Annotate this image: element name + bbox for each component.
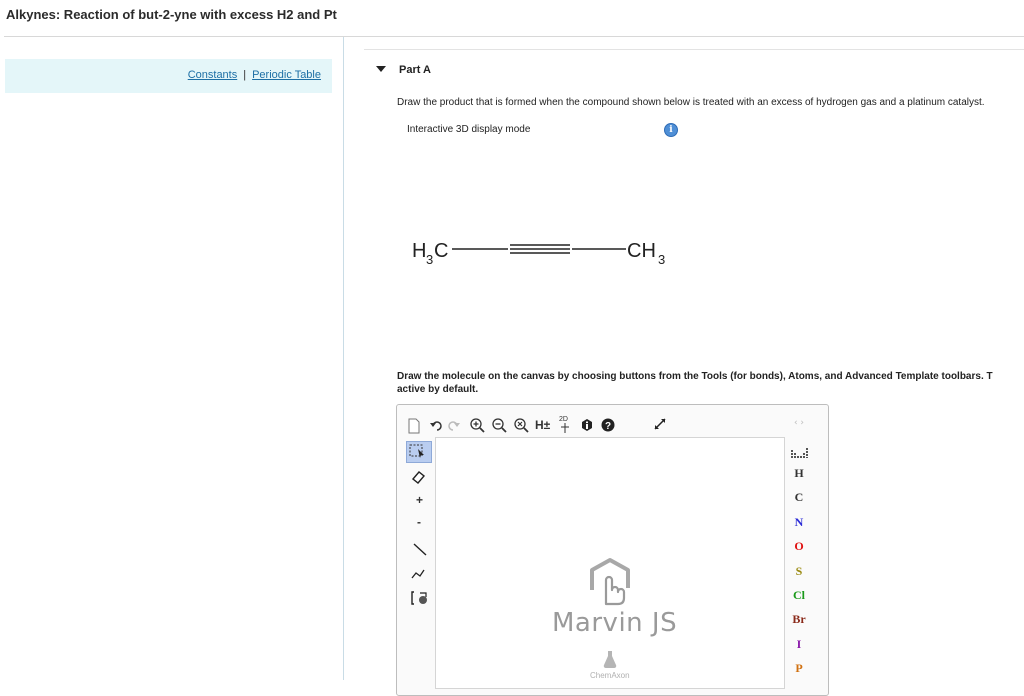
zoom-in-icon[interactable] — [469, 417, 485, 433]
eraser-icon[interactable] — [410, 469, 426, 485]
selection-tool-button[interactable] — [406, 441, 432, 463]
atom-label-ch: CH — [627, 240, 656, 262]
atom-button-n[interactable]: N — [786, 515, 812, 530]
display-mode-label[interactable]: Interactive 3D display mode — [407, 124, 530, 135]
clean-2d-label: 2D — [559, 416, 568, 423]
molecule-structure: H 3 C CH 3 — [412, 233, 682, 279]
template-tool-icon[interactable] — [410, 589, 430, 607]
resources-bar: Constants | Periodic Table — [5, 59, 332, 93]
atom-button-h[interactable]: H — [786, 466, 812, 481]
atom-button-s[interactable]: S — [786, 564, 812, 579]
subscript-3-right: 3 — [658, 252, 665, 267]
atom-button-o[interactable]: O — [786, 539, 812, 554]
rectangle-select-icon — [409, 444, 424, 458]
link-separator: | — [243, 69, 247, 81]
atom-button-i[interactable]: I — [786, 637, 812, 652]
undo-icon[interactable] — [429, 419, 443, 433]
svg-text:?: ? — [605, 421, 611, 432]
marvin-logo-icon — [590, 558, 630, 606]
atom-button-p[interactable]: P — [786, 661, 812, 676]
periodic-table-link[interactable]: Periodic Table — [252, 69, 321, 81]
header-divider — [4, 36, 1024, 37]
question-text: Draw the product that is formed when the… — [397, 97, 985, 108]
info-circle-icon[interactable] — [580, 418, 594, 432]
hydrogen-toggle-button[interactable]: H± — [535, 418, 550, 432]
chain-tool-icon[interactable] — [410, 565, 428, 581]
marvin-brand-text: Marvin JS — [552, 608, 678, 638]
part-divider — [364, 49, 1024, 50]
subscript-3-left: 3 — [426, 252, 433, 267]
clean-2d-button[interactable]: 2D — [559, 416, 571, 435]
atom-button-br[interactable]: Br — [786, 612, 812, 627]
collapse-triangle-icon[interactable] — [376, 66, 386, 72]
scroll-arrows-icon[interactable]: ‹ › — [786, 418, 812, 428]
atom-button-cl[interactable]: Cl — [786, 588, 812, 603]
increase-charge-button[interactable]: + — [416, 493, 423, 507]
flask-icon — [603, 651, 617, 669]
periodic-table-icon[interactable] — [791, 448, 809, 458]
zoom-fit-icon[interactable] — [513, 417, 529, 433]
constants-link[interactable]: Constants — [188, 69, 238, 81]
redo-icon[interactable] — [447, 419, 461, 433]
fullscreen-icon[interactable] — [653, 417, 667, 431]
atom-label-c-left: C — [434, 240, 448, 262]
page-title: Alkynes: Reaction of but-2-yne with exce… — [6, 7, 337, 22]
single-bond-tool-icon[interactable] — [412, 541, 428, 557]
vendor-text: ChemAxon — [590, 671, 630, 680]
decrease-charge-button[interactable]: - — [417, 515, 421, 529]
column-divider — [343, 37, 344, 680]
zoom-out-icon[interactable] — [491, 417, 507, 433]
instructions-line-2: active by default. — [397, 384, 479, 395]
clean-2d-icon — [561, 423, 569, 433]
but-2-yne-structure: H 3 C CH 3 — [412, 240, 665, 267]
resource-links: Constants | Periodic Table — [188, 69, 321, 81]
part-label[interactable]: Part A — [399, 64, 431, 76]
help-icon[interactable]: ? — [601, 418, 615, 432]
left-toolbar: + - — [406, 437, 434, 687]
drawing-instructions: Draw the molecule on the canvas by choos… — [397, 370, 1024, 396]
instructions-line-1: Draw the molecule on the canvas by choos… — [397, 371, 993, 382]
atom-button-c[interactable]: C — [786, 490, 812, 505]
atom-label-h: H — [412, 240, 426, 262]
info-icon[interactable]: i — [664, 123, 678, 137]
new-document-icon[interactable] — [407, 418, 421, 434]
